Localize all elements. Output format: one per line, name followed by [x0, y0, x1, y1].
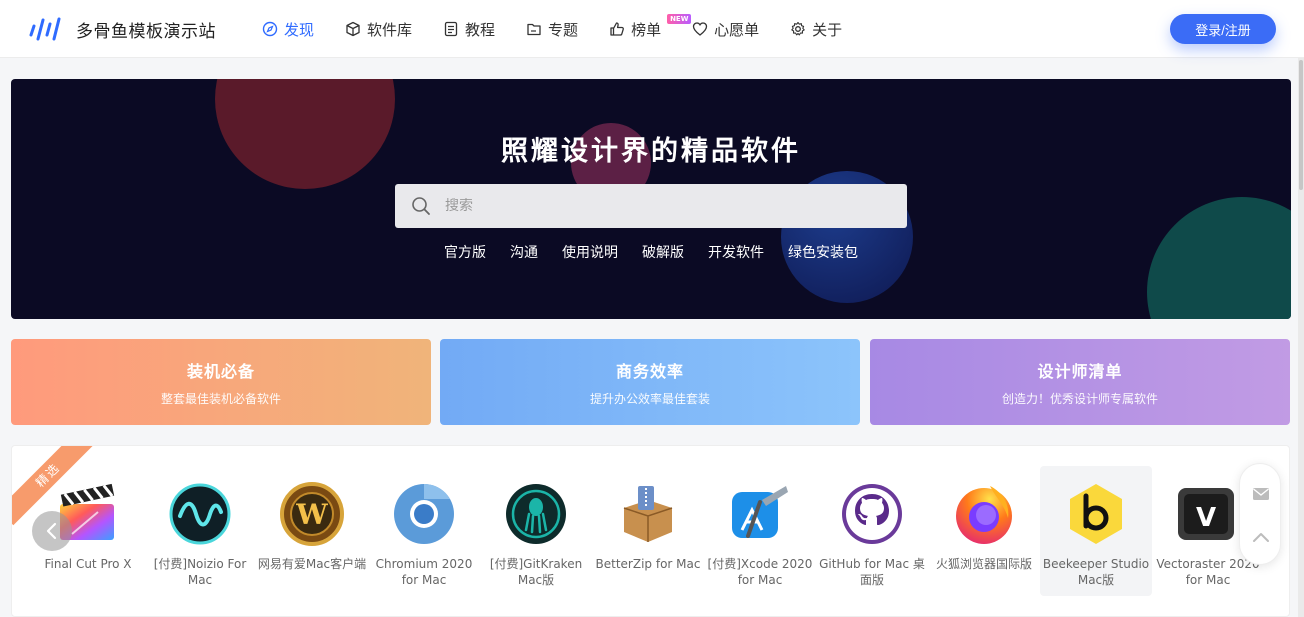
- xcode-icon: [732, 486, 788, 538]
- category-card-business[interactable]: 商务效率 提升办公效率最佳套装: [440, 339, 860, 425]
- app-name: Beekeeper Studio Mac版: [1042, 557, 1150, 587]
- app-card[interactable]: Beekeeper Studio Mac版: [1040, 466, 1152, 596]
- nav-rankings[interactable]: 榜单 NEW: [609, 13, 692, 40]
- nav-rankings-label: 榜单: [631, 20, 662, 39]
- app-name: GitHub for Mac 桌面版: [819, 557, 925, 587]
- chevron-left-icon: [46, 522, 57, 540]
- chromium-icon: [394, 484, 454, 544]
- app-card[interactable]: 火狐浏览器国际版: [928, 466, 1040, 596]
- search-box[interactable]: [395, 184, 907, 228]
- page-scrollbar-thumb[interactable]: [1299, 60, 1303, 190]
- beekeeper-icon: [1070, 484, 1122, 544]
- featured-app-list: Final Cut Pro X [付费]Noizio For Mac W 网易有…: [32, 466, 1260, 596]
- folder-icon: [527, 23, 541, 36]
- search-input[interactable]: [445, 198, 885, 214]
- box-icon: [346, 21, 360, 37]
- category-subtitle: 创造力！优秀设计师专属软件: [1001, 391, 1158, 406]
- carousel-prev-button[interactable]: [32, 511, 72, 551]
- nav-topics-label: 专题: [548, 20, 579, 39]
- app-card[interactable]: [付费]Xcode 2020 for Mac: [704, 466, 816, 596]
- category-subtitle: 整套最佳装机必备软件: [160, 391, 281, 406]
- nav-software-library[interactable]: 软件库: [345, 19, 412, 40]
- app-name: 网易有爱Mac客户端: [257, 557, 367, 571]
- login-register-button[interactable]: 登录/注册: [1170, 14, 1276, 44]
- category-title: 商务效率: [615, 361, 684, 381]
- hero-banner: 照耀设计界的精品软件 官方版 沟通 使用说明 破解版 开发软件 绿色安装包: [11, 79, 1291, 319]
- warcraft-icon: W: [280, 482, 344, 546]
- nav-wishlist[interactable]: 心愿单: [692, 19, 759, 40]
- github-icon: [842, 484, 902, 544]
- heart-icon: [692, 22, 708, 36]
- hero-title: 照耀设计界的精品软件: [501, 136, 801, 167]
- featured-apps-panel: 精选 Final Cut Pro X [付费]Noizio For Mac W: [11, 445, 1290, 617]
- document-icon: [444, 21, 458, 37]
- nav-about[interactable]: 关于: [790, 19, 842, 40]
- hot-tag[interactable]: 破解版: [642, 242, 684, 262]
- compass-icon: [262, 21, 278, 37]
- nav-about-label: 关于: [812, 20, 843, 39]
- site-name[interactable]: 多骨鱼模板演示站: [76, 17, 216, 42]
- top-header: 多骨鱼模板演示站 发现 软件库 教程 专题 榜单 NEW 心愿单 关于 登录/注…: [0, 0, 1304, 58]
- mail-icon[interactable]: [1251, 484, 1271, 504]
- new-badge: NEW: [667, 13, 692, 24]
- category-subtitle: 提升办公效率最佳套装: [589, 391, 710, 406]
- hot-tag[interactable]: 开发软件: [708, 242, 764, 262]
- thumbs-up-icon: [610, 22, 624, 36]
- logo-icon[interactable]: [28, 16, 62, 42]
- betterzip-icon: [623, 486, 673, 542]
- app-name: [付费]Noizio For Mac: [153, 557, 247, 587]
- hot-tag[interactable]: 官方版: [444, 242, 486, 262]
- category-title: 装机必备: [186, 361, 255, 381]
- hot-tags: 官方版 沟通 使用说明 破解版 开发软件 绿色安装包: [11, 242, 1291, 262]
- floating-side-tools: [1239, 463, 1281, 565]
- app-card[interactable]: Chromium 2020 for Mac: [368, 466, 480, 596]
- noizio-icon: [169, 483, 231, 545]
- app-name: Final Cut Pro X: [44, 557, 132, 571]
- app-card[interactable]: BetterZip for Mac: [592, 466, 704, 596]
- app-name: Chromium 2020 for Mac: [375, 557, 473, 587]
- category-title: 设计师清单: [1037, 361, 1123, 381]
- search-icon[interactable]: [411, 196, 431, 216]
- nav-wishlist-label: 心愿单: [714, 20, 760, 39]
- hot-tag[interactable]: 使用说明: [562, 242, 618, 262]
- app-name: BetterZip for Mac: [595, 557, 701, 571]
- app-card[interactable]: W 网易有爱Mac客户端: [256, 466, 368, 596]
- category-card-essentials[interactable]: 装机必备 整套最佳装机必备软件: [11, 339, 431, 425]
- app-name: [付费]Xcode 2020 for Mac: [707, 557, 813, 587]
- firefox-icon: [956, 486, 1012, 544]
- vectoraster-icon: V: [1178, 488, 1234, 540]
- nav-discover-label: 发现: [284, 20, 315, 39]
- category-card-designer[interactable]: 设计师清单 创造力！优秀设计师专属软件: [870, 339, 1290, 425]
- nav-tutorials[interactable]: 教程: [443, 19, 495, 40]
- main-nav: 发现 软件库 教程 专题 榜单 NEW 心愿单 关于: [262, 0, 873, 58]
- app-card[interactable]: [付费]GitKraken Mac版: [480, 466, 592, 596]
- app-name: 火狐浏览器国际版: [935, 557, 1032, 571]
- nav-tutorials-label: 教程: [465, 20, 496, 39]
- app-card[interactable]: [付费]Noizio For Mac: [144, 466, 256, 596]
- app-name: [付费]GitKraken Mac版: [489, 557, 583, 587]
- gitkraken-icon: [506, 484, 566, 544]
- app-card[interactable]: GitHub for Mac 桌面版: [816, 466, 928, 596]
- nav-software-library-label: 软件库: [367, 20, 413, 39]
- svg-text:V: V: [1196, 503, 1216, 533]
- hot-tag[interactable]: 沟通: [510, 242, 538, 262]
- gear-icon: [791, 21, 805, 36]
- nav-topics[interactable]: 专题: [526, 19, 578, 40]
- nav-discover[interactable]: 发现: [262, 19, 314, 40]
- back-to-top-icon[interactable]: [1251, 528, 1271, 548]
- svg-text:W: W: [295, 498, 328, 531]
- hot-tag[interactable]: 绿色安装包: [788, 242, 858, 262]
